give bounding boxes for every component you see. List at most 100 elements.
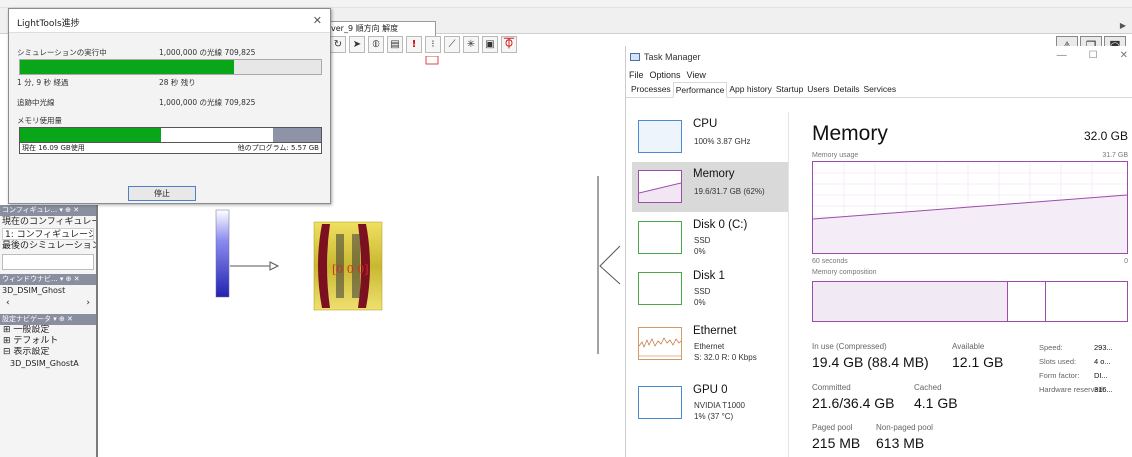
memory-captions: 現在 16.09 GB使用 他のプログラム: 5.57 GB <box>19 143 322 154</box>
in-use-label: In use (Compressed) <box>812 342 887 351</box>
memory-total: 32.0 GB <box>1083 129 1128 143</box>
config-select[interactable]: 1: コンフィギュレーシ <box>2 228 94 240</box>
memory-used-fill <box>20 128 162 142</box>
ray-trace-icon[interactable]: ⟋ <box>444 36 460 53</box>
close-icon[interactable]: ✕ <box>1120 50 1128 61</box>
menu-file[interactable]: File <box>629 68 644 82</box>
form-factor-label: Form factor: <box>1039 371 1080 380</box>
resource-detail: NVIDIA T1000 <box>694 401 745 410</box>
committed-label: Committed <box>812 383 851 392</box>
menu-options[interactable]: Options <box>650 68 681 82</box>
source-tool-icon[interactable]: ✳ <box>463 36 479 53</box>
paged-pool-value: 215 MB <box>812 435 861 451</box>
config-panel-header[interactable]: コンフィギュレ... ▾ ⊕ ✕ <box>0 205 96 216</box>
composition-label: Memory composition <box>812 269 877 276</box>
dialog-titlebar[interactable]: LightTools進捗 ✕ <box>9 9 330 33</box>
tab-users[interactable]: Users <box>805 82 831 97</box>
resource-detail: Ethernet <box>694 342 725 351</box>
memory-usage-plot <box>812 162 1128 253</box>
disk1-thumbnail <box>638 272 682 305</box>
sim-progress-bar <box>19 59 322 75</box>
scroll-left-icon[interactable]: ‹ <box>6 298 10 310</box>
resource-detail: 0% <box>694 298 706 307</box>
lighttools-toolbar: ↻ ➤ ⦶ ▤ ! ⁝ ⟋ ✳ ▣ ⏁ <box>330 36 517 56</box>
lens-tool-icon[interactable]: ⦶ <box>368 36 384 53</box>
slots-label: Slots used: <box>1039 357 1077 366</box>
resource-detail: 19.6/31.7 GB (62%) <box>694 187 765 196</box>
tree-item-default[interactable]: ⊞ デフォルト <box>0 336 96 347</box>
resource-memory[interactable]: Memory 19.6/31.7 GB (62%) <box>632 162 788 212</box>
ray-arrow-icon <box>269 261 280 271</box>
tab-details[interactable]: Details <box>832 82 862 97</box>
form-factor-value: DI... <box>1094 371 1108 380</box>
maximize-icon[interactable]: ☐ <box>1089 50 1098 61</box>
window-item[interactable]: 3D_DSIM_Ghost <box>0 285 96 297</box>
resource-disk0[interactable]: Disk 0 (C:) SSD 0% <box>632 213 788 263</box>
resource-name: Memory <box>693 168 735 180</box>
tree-item-display[interactable]: ⊟ 表示設定 <box>0 347 96 358</box>
select-pointer-icon[interactable]: ➤ <box>349 36 365 53</box>
close-icon[interactable]: ✕ <box>313 14 322 27</box>
tree-item-3d-view[interactable]: 3D_DSIM_GhostA <box>0 358 96 369</box>
scroll-right-icon[interactable]: › <box>86 298 90 310</box>
resource-ethernet[interactable]: Ethernet Ethernet S: 32.0 R: 0 Kbps <box>632 319 788 369</box>
settings-panel-header[interactable]: 設定ナビゲータ ▾ ⊕ ✕ <box>0 314 96 325</box>
paged-pool-label: Paged pool <box>812 423 853 432</box>
memory-other-fill <box>272 128 321 142</box>
receiver-tool-icon[interactable]: ▣ <box>482 36 498 53</box>
resource-name: Ethernet <box>693 325 737 337</box>
resource-gpu0[interactable]: GPU 0 NVIDIA T1000 1% (37 °C) <box>632 378 788 428</box>
resource-detail: 0% <box>694 247 706 256</box>
tab-processes[interactable]: Processes <box>629 82 673 97</box>
resource-detail: 1% (37 °C) <box>694 412 734 421</box>
tab-performance[interactable]: Performance <box>672 82 728 98</box>
menu-view[interactable]: View <box>687 68 706 82</box>
ray-alert-tool-icon[interactable]: ⁝ <box>425 36 441 53</box>
tab-scroll-right-icon[interactable]: ▶ <box>1120 21 1126 30</box>
tab-services[interactable]: Services <box>861 82 898 97</box>
tree-item-general[interactable]: ⊞ 一般設定 <box>0 325 96 336</box>
memory-label: メモリ使用量 <box>17 116 62 125</box>
rotate-tool-icon[interactable]: ↻ <box>330 36 346 53</box>
tab-startup[interactable]: Startup <box>774 82 805 97</box>
memory-other-programs: 他のプログラム: 5.57 GB <box>237 144 319 152</box>
usage-max: 31.7 GB <box>1102 152 1128 159</box>
committed-value: 21.6/36.4 GB <box>812 395 895 411</box>
memory-detail-pane: Memory 32.0 GB Memory usage 31.7 GB 60 s… <box>812 112 1128 457</box>
resource-disk1[interactable]: Disk 1 SSD 0% <box>632 264 788 314</box>
composition-in-use <box>813 282 1008 321</box>
traced-value: 1,000,000 の光線 709,825 <box>159 98 256 107</box>
task-manager-titlebar[interactable]: Task Manager — ☐ ✕ <box>626 46 1132 68</box>
ethernet-thumbnail <box>638 327 682 360</box>
lens-coordinate-label: [0 0 0] <box>332 263 369 276</box>
sim-value: 1,000,000 の光線 709,825 <box>159 48 256 57</box>
surface-tool-icon[interactable]: ▤ <box>387 36 403 53</box>
window-panel-header[interactable]: ウィンドウナビ... ▾ ⊕ ✕ <box>0 274 96 285</box>
minimize-icon[interactable]: — <box>1057 50 1067 61</box>
resource-detail: SSD <box>694 287 711 296</box>
window-panel-scrollbar[interactable]: ‹ › <box>6 298 90 310</box>
sim-label: シミュレーションの実行中 <box>17 48 107 57</box>
memory-current: 現在 16.09 GB使用 <box>22 144 85 152</box>
resource-name: Disk 0 (C:) <box>693 219 748 231</box>
task-manager-title: Task Manager <box>644 52 701 62</box>
in-use-value: 19.4 GB (88.4 MB) <box>812 354 929 370</box>
left-navigator-panel: コンフィギュレ... ▾ ⊕ ✕ 現在のコンフィギュレー 1: コンフィギュレー… <box>0 205 98 457</box>
stop-button[interactable]: 停止 <box>128 186 196 201</box>
resource-detail: SSD <box>694 236 711 245</box>
disk0-thumbnail <box>638 221 682 254</box>
resource-detail: S: 32.0 R: 0 Kbps <box>694 353 757 362</box>
document-tab[interactable]: ver_9 順方向 解度 <box>326 21 436 36</box>
tab-app-history[interactable]: App history <box>727 82 774 97</box>
alert-tool-icon[interactable]: ! <box>406 36 422 53</box>
current-config-label: 現在のコンフィギュレー <box>2 217 96 227</box>
dialog-title: LightTools進捗 <box>17 19 80 29</box>
task-manager-app-icon <box>630 53 640 61</box>
resource-cpu[interactable]: CPU 100% 3.87 GHz <box>632 112 788 162</box>
cpu-thumbnail <box>638 120 682 153</box>
light-source[interactable] <box>215 209 230 298</box>
memory-thumb-graph <box>638 182 682 202</box>
speed-label: Speed: <box>1039 343 1063 352</box>
target-tool-icon[interactable]: ⏁ <box>501 36 517 53</box>
non-paged-pool-label: Non-paged pool <box>876 423 933 432</box>
